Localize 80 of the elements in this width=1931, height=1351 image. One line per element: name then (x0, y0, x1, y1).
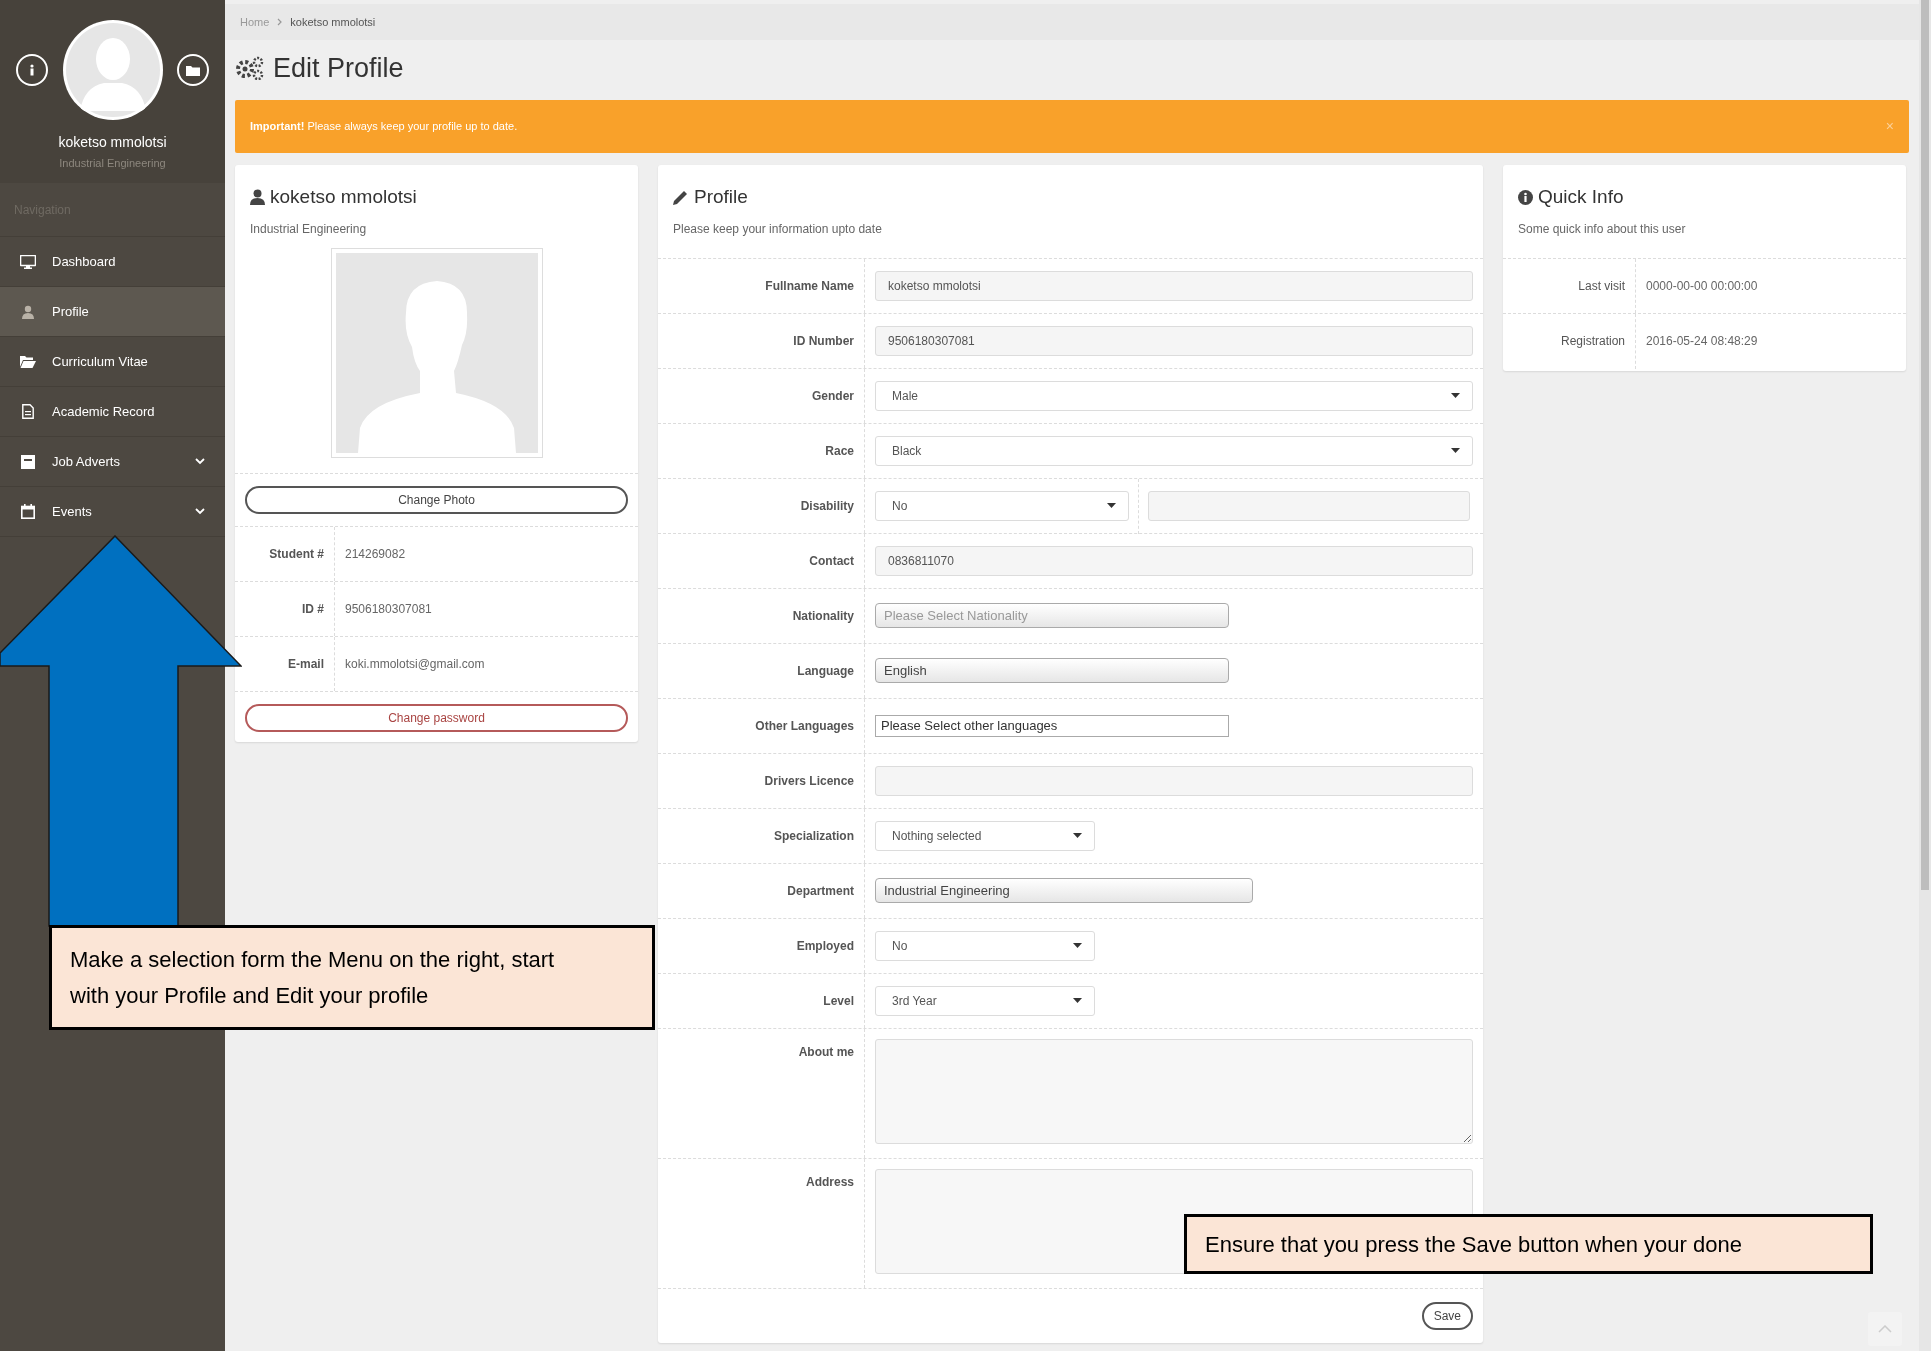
info-button[interactable] (16, 54, 48, 86)
select-field[interactable]: No (875, 490, 1129, 521)
card-subtitle: Industrial Engineering (249, 220, 368, 238)
input-field[interactable] (875, 765, 1473, 796)
detail-value: 214269082 (345, 545, 406, 563)
caret-icon (1073, 943, 1082, 948)
select-field[interactable]: No (875, 930, 1095, 961)
caret-icon (1107, 503, 1116, 508)
field-label: Disability (800, 497, 854, 515)
card-subtitle: Some quick info about this user (1503, 219, 1906, 259)
detail-label: E-mail (288, 655, 324, 673)
info-icon (1518, 189, 1533, 205)
field-label: Language (797, 662, 854, 680)
save-button[interactable]: Save (1421, 1301, 1473, 1330)
info-label: Registration (1560, 333, 1625, 350)
chevron-up-icon (1878, 1325, 1892, 1333)
gears-icon (235, 56, 265, 80)
detail-label: ID # (302, 600, 324, 618)
select-field[interactable]: Nothing selected (875, 820, 1095, 851)
info-value: 2016-05-24 08:48:29 (1646, 333, 1758, 350)
input-field[interactable]: koketso mmolotsi (875, 270, 1473, 301)
folder-icon (20, 355, 36, 368)
calendar-icon (20, 504, 36, 519)
caret-icon (1451, 393, 1460, 398)
dropdown-field[interactable]: Industrial Engineering (875, 878, 1253, 903)
chevron-right-icon (277, 18, 283, 26)
caret-icon (1451, 448, 1460, 453)
user-icon (20, 304, 36, 319)
field-label: Address (805, 1173, 854, 1191)
alert-message: Important! Please always keep your profile up to date. (250, 119, 518, 135)
folder-icon (186, 64, 200, 76)
monitor-icon (20, 254, 36, 269)
field-label: About me (798, 1043, 854, 1061)
field-label: Level (823, 992, 854, 1010)
multiselect-field[interactable]: Please Select other languages (875, 714, 1229, 737)
folder-button[interactable] (177, 54, 209, 86)
field-label: Nationality (792, 607, 854, 625)
select-field[interactable]: 3rd Year (875, 985, 1095, 1016)
caret-icon (1073, 833, 1082, 838)
field-label: Employed (796, 937, 854, 955)
page-title: Edit Profile (273, 51, 404, 85)
field-label: Drivers Licence (764, 772, 854, 790)
card-title: koketso mmolotsi (270, 185, 417, 209)
card-title: Profile (694, 185, 748, 209)
field-label: ID Number (793, 332, 854, 350)
scroll-to-top-button[interactable] (1868, 1312, 1902, 1346)
field-label: Race (825, 442, 854, 460)
nav-item[interactable]: Profile (0, 287, 225, 337)
info-value: 0000-00-00 00:00:00 (1646, 277, 1758, 295)
field-label: Specialization (773, 827, 854, 845)
input-field[interactable]: 0836811070 (875, 545, 1473, 576)
user-icon (250, 189, 265, 206)
change-password-button[interactable]: Change password (245, 703, 628, 732)
change-photo-button[interactable]: Change Photo (245, 485, 628, 514)
document-icon (20, 404, 36, 419)
detail-value: 9506180307081 (345, 600, 432, 618)
field-label: Fullname Name (765, 277, 854, 295)
newspaper-icon (20, 454, 36, 469)
card-subtitle: Please keep your information upto date (658, 219, 1483, 259)
pencil-icon (673, 189, 688, 205)
card-title: Quick Info (1538, 185, 1624, 209)
detail-label: Student # (269, 545, 324, 563)
breadcrumb-link[interactable]: koketso mmolotsi (290, 13, 376, 31)
detail-value: koki.mmolotsi@gmail.com (345, 655, 485, 673)
select-field[interactable]: Male (875, 380, 1473, 411)
field-label: Other Languages (755, 717, 854, 735)
dropdown-field[interactable]: English (875, 658, 1229, 683)
input-field[interactable] (1148, 490, 1470, 521)
user-department: Industrial Engineering (59, 156, 166, 171)
caret-icon (1073, 998, 1082, 1003)
info-label: Last visit (1578, 277, 1625, 295)
callout-text: Make a selection form the Menu on the right, start with your Profile and Edit your profile (70, 945, 556, 1010)
input-field[interactable]: 9506180307081 (875, 325, 1473, 356)
field-label: Contact (809, 552, 854, 570)
scrollbar[interactable] (1919, 0, 1931, 1351)
user-name: koketso mmolotsi (58, 133, 167, 152)
callout-text: Ensure that you press the Save button when your done (1205, 1230, 1742, 1259)
field-label: Gender (812, 387, 854, 405)
field-label: Department (787, 882, 854, 900)
select-field[interactable]: Black (875, 435, 1473, 466)
